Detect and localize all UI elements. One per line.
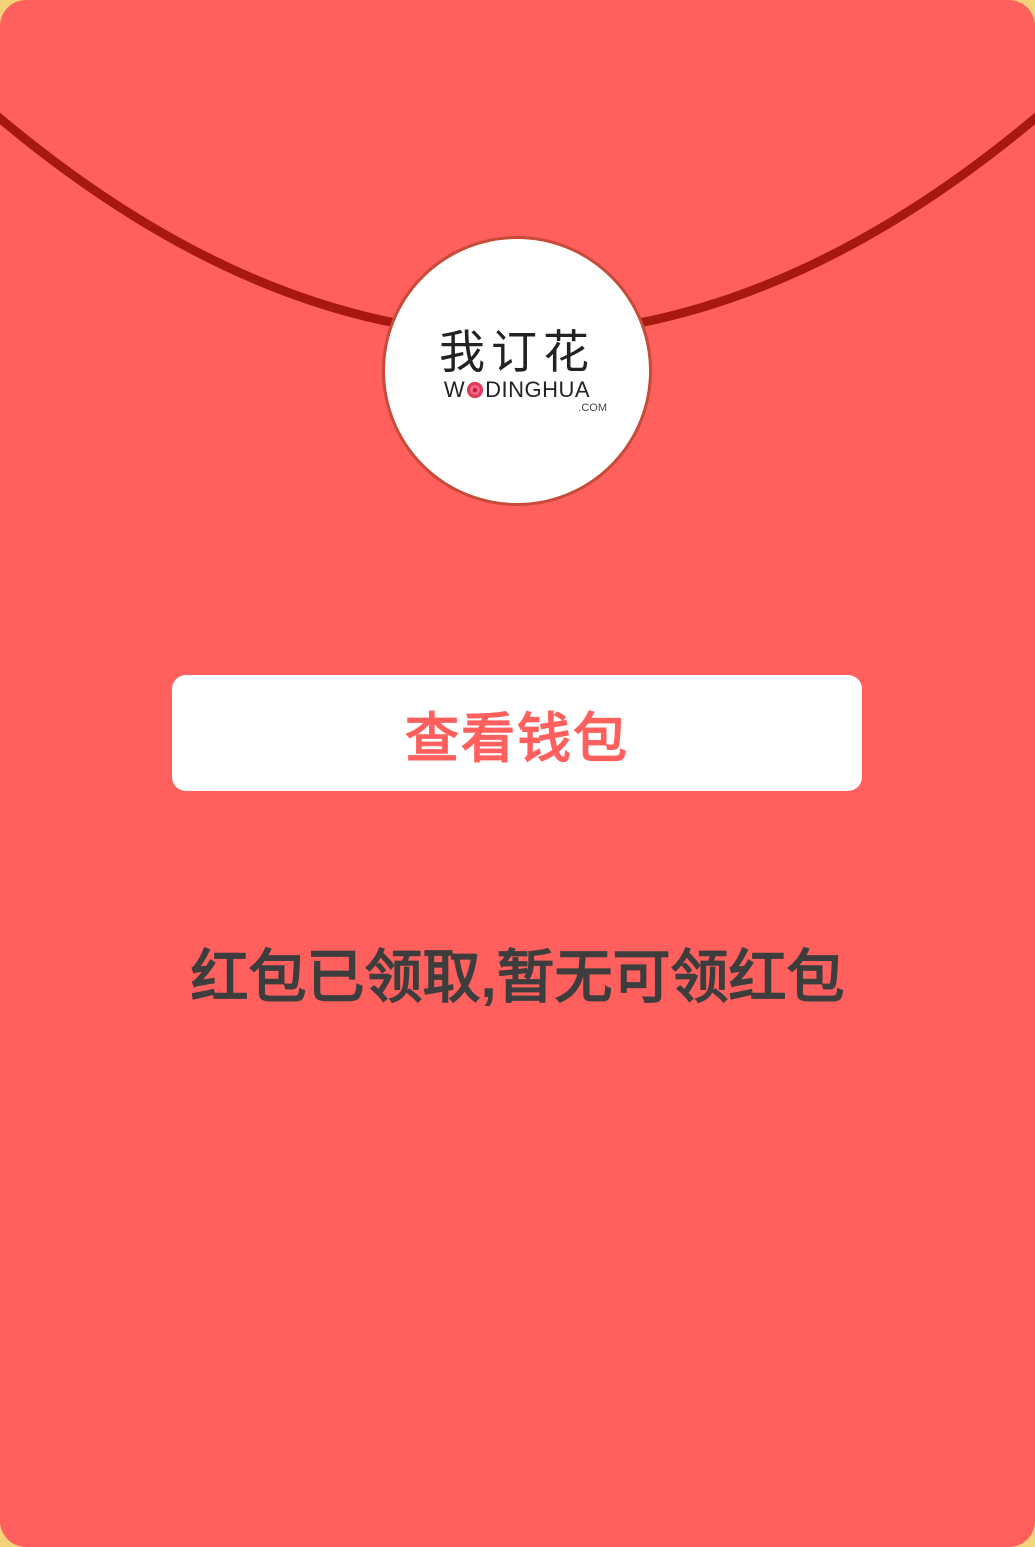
view-wallet-button[interactable]: 查看钱包	[172, 675, 862, 791]
logo-english-text: W DINGHUA	[443, 376, 591, 402]
brand-logo: 我订花 W DINGHUA .COM	[417, 329, 617, 414]
logo-en-prefix: W	[443, 376, 466, 402]
brand-seal: 我订花 W DINGHUA .COM	[382, 236, 652, 506]
status-message: 红包已领取,暂无可领红包	[190, 945, 845, 1010]
red-envelope: 我订花 W DINGHUA .COM 查看钱包 红包已领取,暂无可领红包	[0, 0, 1035, 1547]
rose-icon	[467, 381, 484, 398]
view-wallet-label: 查看钱包	[405, 708, 629, 769]
logo-chinese-text: 我订花	[439, 324, 595, 379]
logo-en-suffix: DINGHUA	[485, 376, 591, 402]
logo-domain-suffix: .COM	[578, 401, 607, 414]
